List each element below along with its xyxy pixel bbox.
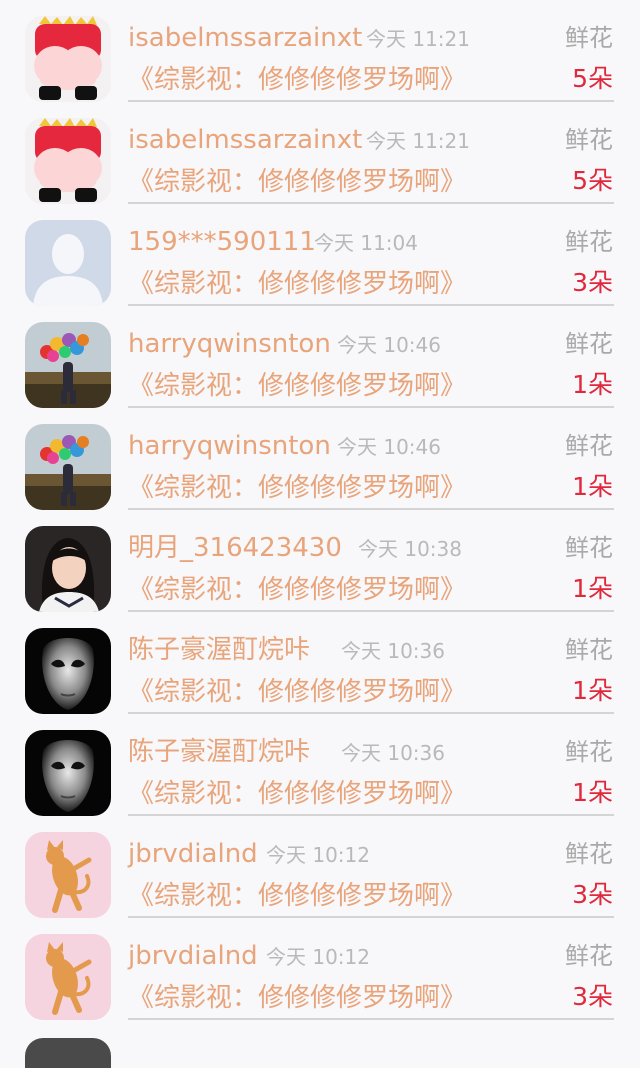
gift-label: 鲜花 xyxy=(565,840,613,868)
timestamp: 今天 10:36 xyxy=(341,741,445,765)
gift-count: 3朵 xyxy=(572,268,613,297)
book-title[interactable]: 《综影视：修修修修罗场啊》 xyxy=(128,876,466,916)
gift-label: 鲜花 xyxy=(565,432,613,460)
book-title[interactable]: 《综影视：修修修修罗场啊》 xyxy=(128,978,466,1018)
cartoon-character-avatar[interactable] xyxy=(25,16,111,102)
list-item[interactable]: jbrvdialnd 今天 10:12 鲜花 《综影视：修修修修罗场啊》 3朵 xyxy=(0,918,640,1020)
cat-avatar[interactable] xyxy=(25,832,111,918)
list-item[interactable]: 明月_316423430 今天 10:38 鲜花 《综影视：修修修修罗场啊》 1… xyxy=(0,510,640,612)
timestamp: 今天 10:36 xyxy=(341,639,445,663)
gift-label: 鲜花 xyxy=(565,942,613,970)
book-title[interactable]: 《综影视：修修修修罗场啊》 xyxy=(128,468,466,508)
mask-avatar[interactable] xyxy=(25,730,111,816)
balloons-avatar[interactable] xyxy=(25,424,111,510)
list-item[interactable]: 159***590111 今天 11:04 鲜花 《综影视：修修修修罗场啊》 3… xyxy=(0,204,640,306)
cat-avatar[interactable] xyxy=(25,934,111,1020)
list-item[interactable]: isabelmssarzainxt 今天 11:21 鲜花 《综影视：修修修修罗… xyxy=(0,0,640,102)
book-title[interactable]: 《综影视：修修修修罗场啊》 xyxy=(128,162,466,202)
list-item[interactable]: 陈子豪渥酊烷咔 今天 10:36 鲜花 《综影视：修修修修罗场啊》 1朵 xyxy=(0,612,640,714)
gift-label: 鲜花 xyxy=(565,24,613,52)
user-name[interactable]: isabelmssarzainxt xyxy=(128,120,362,160)
timestamp: 今天 10:46 xyxy=(337,435,441,459)
list-item[interactable]: harryqwinsnton 今天 10:46 鲜花 《综影视：修修修修罗场啊》… xyxy=(0,306,640,408)
gift-count: 3朵 xyxy=(572,880,613,909)
timestamp: 今天 10:12 xyxy=(266,945,370,969)
partial-avatar[interactable] xyxy=(25,1038,111,1068)
book-title[interactable]: 《综影视：修修修修罗场啊》 xyxy=(128,672,466,712)
user-name[interactable]: 明月_316423430 xyxy=(128,528,342,568)
book-title[interactable]: 《综影视：修修修修罗场啊》 xyxy=(128,366,466,406)
timestamp: 今天 11:21 xyxy=(366,27,470,51)
girl-photo-avatar[interactable] xyxy=(25,526,111,612)
user-name[interactable]: harryqwinsnton xyxy=(128,426,331,466)
gift-label: 鲜花 xyxy=(565,738,613,766)
cartoon-character-avatar[interactable] xyxy=(25,118,111,204)
user-name[interactable]: 陈子豪渥酊烷咔 xyxy=(128,732,310,772)
gift-count: 5朵 xyxy=(572,64,613,93)
default-person-avatar[interactable] xyxy=(25,220,111,306)
gift-count: 5朵 xyxy=(572,166,613,195)
gift-label: 鲜花 xyxy=(565,636,613,664)
gift-count: 1朵 xyxy=(572,370,613,399)
timestamp: 今天 11:04 xyxy=(314,231,418,255)
gift-count: 3朵 xyxy=(572,982,613,1011)
gift-count: 1朵 xyxy=(572,472,613,501)
book-title[interactable]: 《综影视：修修修修罗场啊》 xyxy=(128,264,466,304)
user-name[interactable]: 159***590111 xyxy=(128,222,316,262)
user-name[interactable]: isabelmssarzainxt xyxy=(128,18,362,58)
timestamp: 今天 10:38 xyxy=(358,537,462,561)
gift-count: 1朵 xyxy=(572,778,613,807)
book-title[interactable]: 《综影视：修修修修罗场啊》 xyxy=(128,774,466,814)
book-title[interactable]: 《综影视：修修修修罗场啊》 xyxy=(128,60,466,100)
gift-label: 鲜花 xyxy=(565,228,613,256)
list-item[interactable]: harryqwinsnton 今天 10:46 鲜花 《综影视：修修修修罗场啊》… xyxy=(0,408,640,510)
user-name[interactable]: harryqwinsnton xyxy=(128,324,331,364)
list-item[interactable]: 陈子豪渥酊烷咔 今天 10:36 鲜花 《综影视：修修修修罗场啊》 1朵 xyxy=(0,714,640,816)
list-item[interactable]: jbrvdialnd 今天 10:12 鲜花 《综影视：修修修修罗场啊》 3朵 xyxy=(0,816,640,918)
divider xyxy=(128,1018,614,1020)
timestamp: 今天 11:21 xyxy=(366,129,470,153)
user-name[interactable]: 陈子豪渥酊烷咔 xyxy=(128,630,310,670)
gift-label: 鲜花 xyxy=(565,126,613,154)
gift-count: 1朵 xyxy=(572,574,613,603)
timestamp: 今天 10:12 xyxy=(266,843,370,867)
timestamp: 今天 10:46 xyxy=(337,333,441,357)
gift-label: 鲜花 xyxy=(565,534,613,562)
gift-count: 1朵 xyxy=(572,676,613,705)
user-name[interactable]: jbrvdialnd xyxy=(128,834,258,874)
mask-avatar[interactable] xyxy=(25,628,111,714)
user-name[interactable]: jbrvdialnd xyxy=(128,936,258,976)
book-title[interactable]: 《综影视：修修修修罗场啊》 xyxy=(128,570,466,610)
gift-label: 鲜花 xyxy=(565,330,613,358)
balloons-avatar[interactable] xyxy=(25,322,111,408)
list-item[interactable]: isabelmssarzainxt 今天 11:21 鲜花 《综影视：修修修修罗… xyxy=(0,102,640,204)
